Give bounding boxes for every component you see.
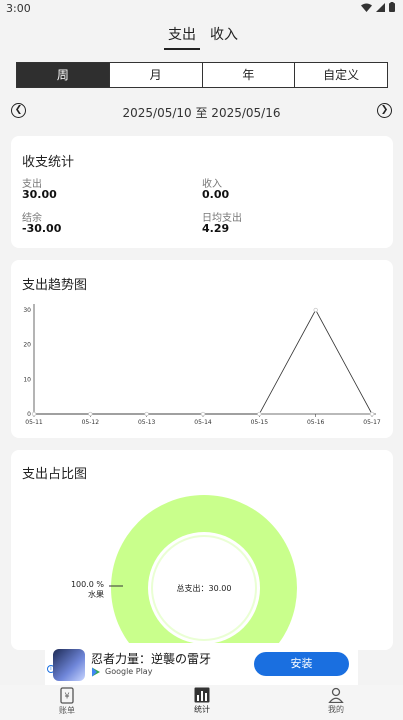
user-icon: [328, 687, 344, 703]
x-tick-label: 05-12: [82, 419, 100, 426]
x-tick-label: 05-17: [363, 419, 381, 426]
trend-point[interactable]: [257, 411, 262, 417]
period-year[interactable]: 年: [201, 63, 295, 87]
total-expense-label: 总支出：30.00: [177, 583, 232, 593]
ad-banner[interactable]: i 忍者力量：逆襲の雷牙 Google Play 安装: [45, 643, 358, 685]
game-app-icon: [53, 649, 85, 681]
proportion-card: 支出占比图 100.0 % 水果 总支出：30.00: [11, 450, 393, 650]
tab-expense[interactable]: 支出: [164, 24, 200, 50]
slice-percent-label: 100.0 %: [71, 580, 104, 589]
next-period-button[interactable]: ❯: [377, 103, 392, 118]
trend-point[interactable]: [31, 411, 37, 417]
trend-series-line: [34, 309, 373, 415]
ad-title: 忍者力量：逆襲の雷牙: [91, 652, 212, 666]
period-week[interactable]: 周: [17, 63, 109, 87]
status-time: 3:00: [6, 2, 31, 15]
google-play-icon: [92, 667, 100, 677]
bill-icon: ¥: [60, 687, 74, 704]
nav-statistics-label: 统计: [194, 705, 210, 714]
income-value: 0.00: [202, 188, 230, 201]
nav-profile-label: 我的: [328, 705, 344, 714]
period-selector: 周 月 年 自定义: [16, 62, 388, 88]
x-tick-label: 05-15: [251, 419, 269, 426]
period-custom[interactable]: 自定义: [294, 63, 387, 87]
x-tick-label: 05-14: [194, 419, 212, 426]
summary-card: 收支统计 支出 30.00 收入 0.00 结余 -30.00 日均支出 4.2…: [11, 136, 393, 248]
trend-point[interactable]: [88, 411, 93, 417]
chevron-right-icon: ❯: [380, 105, 389, 115]
bottom-nav: ¥ 账单 统计 我的: [0, 685, 403, 720]
nav-bills-label: 账单: [59, 706, 75, 715]
nav-statistics[interactable]: 统计: [172, 687, 232, 715]
svg-text:¥: ¥: [64, 692, 69, 701]
nav-profile[interactable]: 我的: [306, 687, 366, 715]
y-tick-label: 20: [23, 342, 31, 349]
date-range-row: ❮ 2025/05/10 至 2025/05/16 ❯: [0, 101, 403, 121]
trend-point[interactable]: [369, 411, 375, 417]
period-month[interactable]: 月: [108, 63, 202, 87]
proportion-chart: 100.0 % 水果 总支出：30.00: [71, 495, 297, 650]
y-tick-label: 0: [27, 411, 31, 418]
status-icons: [361, 2, 395, 12]
signal-icon: [376, 2, 385, 12]
ad-store-label: Google Play: [105, 667, 153, 676]
daily-average-value: 4.29: [202, 222, 230, 235]
x-tick-label: 05-11: [25, 419, 43, 426]
trend-point[interactable]: [313, 307, 318, 313]
y-tick-label: 10: [23, 376, 31, 383]
trend-card: 支出趋势图 0 10 20 30 05-11 05-12 05-13 05-14 05-15 05…: [11, 260, 393, 438]
balance-value: -30.00: [22, 222, 62, 235]
expense-value: 30.00: [22, 188, 57, 201]
type-tabs: 支出 收入: [0, 24, 403, 50]
status-bar: 3:00: [0, 0, 403, 18]
nav-bills[interactable]: ¥ 账单: [37, 687, 97, 716]
date-range-label: 2025/05/10 至 2025/05/16: [122, 106, 281, 120]
summary-title: 收支统计: [22, 155, 75, 170]
y-tick-label: 30: [23, 307, 31, 314]
wifi-icon: [361, 3, 372, 12]
trend-point[interactable]: [200, 411, 206, 417]
x-tick-label: 05-16: [307, 419, 325, 426]
trend-chart: 0 10 20 30 05-11 05-12 05-13 05-14 05-15 05-16 05-…: [23, 304, 381, 426]
install-button[interactable]: 安装: [254, 652, 349, 676]
x-tick-label: 05-13: [138, 419, 156, 426]
slice-category-label: 水果: [88, 589, 104, 599]
tab-income[interactable]: 收入: [210, 24, 238, 44]
bar-chart-icon: [194, 687, 210, 703]
trend-point[interactable]: [144, 411, 149, 417]
battery-icon: [389, 2, 395, 12]
